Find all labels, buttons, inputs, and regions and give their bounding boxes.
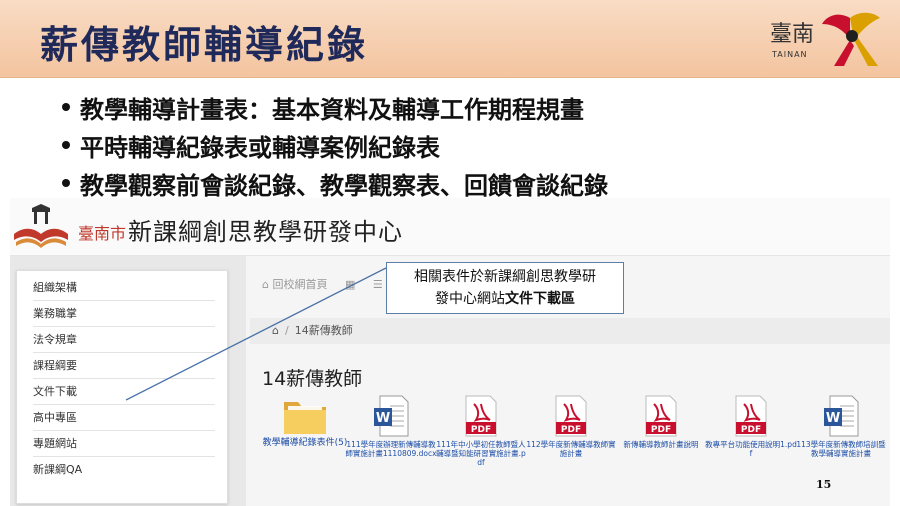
bullet-text: 教學觀察前會談紀錄、教學觀察表、回饋會談紀錄 xyxy=(80,171,608,200)
callout-line-2-bold: 文件下載區 xyxy=(505,291,575,307)
bullet-list: 教學輔導計畫表：基本資料及輔導工作期程規畫 平時輔導紀錄表或輔導案例紀錄表 教學… xyxy=(62,88,608,202)
sidebar-item-duties[interactable]: 業務職掌 xyxy=(33,301,215,327)
logo-subtext: TAINAN xyxy=(772,50,808,59)
home-icon: ⌂ xyxy=(262,278,269,291)
svg-text:PDF: PDF xyxy=(471,425,491,435)
pdf-file-icon: PDF xyxy=(465,395,497,437)
sidebar-item-high-school[interactable]: 高中專區 xyxy=(33,405,215,431)
svg-text:PDF: PDF xyxy=(651,425,671,435)
file-label: 新傳輔導教師計畫說明 xyxy=(623,440,699,449)
bullet-item: 平時輔導紀錄表或輔導案例紀錄表 xyxy=(62,126,608,164)
file-label: 111年中小學初任教師暨人輔導暨知能研習實施計畫.pdf xyxy=(436,440,526,467)
logo-emblem-icon xyxy=(822,12,880,66)
svg-text:PDF: PDF xyxy=(561,425,581,435)
list-icon[interactable]: ☰ xyxy=(373,278,383,291)
breadcrumb-separator: / xyxy=(284,324,289,337)
callout-line-2-prefix: 發中心網站 xyxy=(435,291,505,307)
breadcrumb-home-icon[interactable]: ⌂ xyxy=(272,324,279,337)
folder-icon xyxy=(284,402,326,434)
file-item-pdf[interactable]: PDF 教專平台功能使用說明1.pdf xyxy=(704,394,798,458)
site-sidebar: 組織架構 業務職掌 法令規章 課程綱要 文件下載 高中專區 專題網站 新課綱QA xyxy=(16,270,228,504)
home-link-label: 回校網首頁 xyxy=(272,278,328,291)
file-item-word[interactable]: W 111學年度辦理新傳輔導教師實施計畫1110809.docx xyxy=(344,394,438,458)
bullet-item: 教學輔導計畫表：基本資料及輔導工作期程規畫 xyxy=(62,88,608,126)
callout-line-2: 發中心網站文件下載區 xyxy=(387,288,623,310)
file-item-pdf[interactable]: PDF 111年中小學初任教師暨人輔導暨知能研習實施計畫.pdf xyxy=(434,394,528,467)
file-label: 111學年度辦理新傳輔導教師實施計畫1110809.docx xyxy=(345,440,437,458)
file-list: 教學輔導紀錄表件(5) W 111學年度辦理新傳輔導教師實施計畫1110809.… xyxy=(258,394,890,494)
page-heading: 14薪傳教師 xyxy=(262,368,363,390)
pdf-file-icon: PDF xyxy=(645,395,677,437)
file-label: 113學年度新傳教師培訓暨教學輔導實施計畫 xyxy=(796,440,886,458)
bullet-text: 教學輔導計畫表：基本資料及輔導工作期程規畫 xyxy=(80,95,584,124)
bullet-dot-icon xyxy=(62,179,70,187)
file-label: 教學輔導紀錄表件(5) xyxy=(262,438,348,448)
pdf-file-icon: PDF xyxy=(555,395,587,437)
bullet-dot-icon xyxy=(62,141,70,149)
file-item-pdf[interactable]: PDF 112學年度新傳輔導教師實施計畫 xyxy=(524,394,618,458)
tainan-logo: 臺南 TAINAN xyxy=(770,10,882,70)
svg-text:W: W xyxy=(826,411,840,426)
slide-header: 薪傳教師輔導紀錄 臺南 TAINAN xyxy=(0,0,900,78)
home-link[interactable]: ⌂ 回校網首頁 xyxy=(262,278,331,291)
logo-text: 臺南 xyxy=(770,22,815,47)
slide-title: 薪傳教師輔導紀錄 xyxy=(40,23,369,67)
word-file-icon: W xyxy=(824,395,859,437)
breadcrumb-current[interactable]: 14薪傳教師 xyxy=(295,324,353,337)
sidebar-item-organization[interactable]: 組織架構 xyxy=(33,275,215,301)
sidebar-item-topic-sites[interactable]: 專題網站 xyxy=(33,431,215,457)
bullet-text: 平時輔導紀錄表或輔導案例紀錄表 xyxy=(80,133,440,162)
file-label: 教專平台功能使用說明1.pdf xyxy=(705,440,797,458)
sidebar-item-regulations[interactable]: 法令規章 xyxy=(33,327,215,353)
website-screenshot: 臺南市 新課綱創思教學研發中心 組織架構 業務職掌 法令規章 課程綱要 文件下載… xyxy=(10,198,890,506)
sidebar-item-curriculum[interactable]: 課程綱要 xyxy=(33,353,215,379)
sidebar-item-qa[interactable]: 新課綱QA xyxy=(33,457,215,483)
file-label: 112學年度新傳輔導教師實施計畫 xyxy=(526,440,616,458)
callout-box: 相關表件於新課綱創思教學研 發中心網站文件下載區 xyxy=(386,262,624,314)
svg-text:W: W xyxy=(376,411,390,426)
grid-icon[interactable]: ▦ xyxy=(345,278,355,291)
bullet-dot-icon xyxy=(62,103,70,111)
sidebar-item-downloads[interactable]: 文件下載 xyxy=(33,379,215,405)
file-item-folder[interactable]: 教學輔導紀錄表件(5) xyxy=(258,394,352,449)
page-number: 15 xyxy=(816,478,832,491)
callout-line-1: 相關表件於新課綱創思教學研 xyxy=(414,269,596,285)
breadcrumb: ⌂ / 14薪傳教師 xyxy=(250,318,890,344)
pdf-file-icon: PDF xyxy=(735,395,767,437)
file-item-pdf[interactable]: PDF 新傳輔導教師計畫說明 xyxy=(614,394,708,449)
top-nav: ⌂ 回校網首頁 ▦ ☰ xyxy=(262,276,397,292)
site-header: 臺南市 新課綱創思教學研發中心 xyxy=(10,198,890,256)
word-file-icon: W xyxy=(374,395,409,437)
site-city: 臺南市 xyxy=(78,224,127,243)
site-logo-icon xyxy=(14,204,68,248)
bullet-item: 教學觀察前會談紀錄、教學觀察表、回饋會談紀錄 xyxy=(62,164,608,202)
site-title[interactable]: 新課綱創思教學研發中心 xyxy=(128,212,403,247)
svg-text:PDF: PDF xyxy=(741,425,761,435)
file-item-word[interactable]: W 113學年度新傳教師培訓暨教學輔導實施計畫 xyxy=(794,394,888,458)
